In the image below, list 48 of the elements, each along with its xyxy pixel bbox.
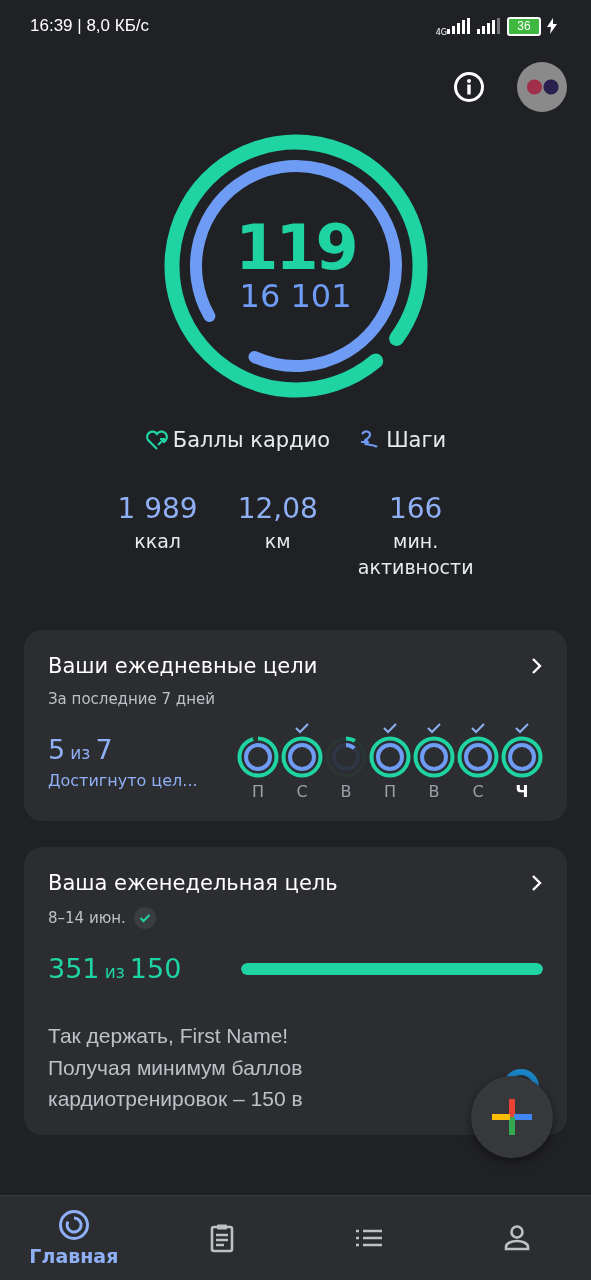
stat-value: 166 bbox=[388, 492, 443, 525]
plus-icon bbox=[492, 1097, 532, 1137]
charging-icon bbox=[547, 18, 557, 34]
day-label: С bbox=[296, 782, 308, 802]
day-rings bbox=[369, 736, 411, 779]
day-rings bbox=[413, 736, 455, 779]
day-rings bbox=[325, 736, 367, 779]
card-title: Ваши ежедневные цели bbox=[48, 654, 318, 679]
goals-count: 5 из 7 bbox=[48, 733, 114, 765]
week-dates: 8–14 июн. bbox=[48, 909, 126, 928]
info-icon[interactable] bbox=[453, 71, 485, 103]
ring-icon bbox=[57, 1209, 90, 1241]
network-type: 4G bbox=[435, 27, 447, 37]
day-label: В bbox=[340, 782, 352, 802]
day-label: П bbox=[384, 782, 396, 802]
cardio-points-value: 119 bbox=[235, 217, 356, 280]
avatar[interactable] bbox=[517, 62, 567, 112]
legend-label: Шаги bbox=[386, 428, 447, 452]
stat-unit: км bbox=[264, 529, 291, 554]
home-tab[interactable]: Главная bbox=[18, 1196, 129, 1280]
steps-value: 16 101 bbox=[239, 279, 352, 315]
weekly-goal-card[interactable]: Ваша еженедельная цель 8–14 июн. 351 из 150 Так держать, First Name! Получая минимум баллов кардиотренировок – 150 в bbox=[24, 847, 567, 1135]
day-label: Ч bbox=[515, 782, 529, 802]
signal-icon bbox=[447, 18, 471, 34]
day-rings bbox=[237, 736, 279, 779]
stat-value: 12,08 bbox=[237, 492, 318, 525]
card-title: Ваша еженедельная цель bbox=[48, 871, 338, 896]
status-time: 16:39 | 8,0 КБ/с bbox=[30, 16, 150, 36]
day-label: В bbox=[428, 782, 440, 802]
battery-icon: 36 bbox=[507, 16, 541, 36]
day-rings bbox=[457, 736, 499, 779]
chevron-icon[interactable] bbox=[531, 657, 543, 676]
message-text: Так держать, First Name! Получая минимум баллов кардиотренировок – 150 в bbox=[48, 1023, 303, 1113]
card-subtitle: За последние 7 дней bbox=[48, 690, 215, 709]
weekly-count: 351 из 150 bbox=[48, 953, 182, 985]
day-label: П bbox=[252, 782, 264, 802]
day-label: С bbox=[472, 782, 484, 802]
day-rings bbox=[281, 736, 323, 779]
signal-icon bbox=[477, 18, 501, 34]
stat-unit: мин. активности bbox=[357, 529, 474, 580]
stat-value: 1 989 bbox=[117, 492, 198, 525]
day-rings bbox=[501, 736, 543, 779]
legend-label: Баллы кардио bbox=[172, 428, 331, 452]
daily-goals-card[interactable]: Ваши ежедневные цели За последние 7 дней 5 из 7 Достигнуто цел... П С В П В С Ч bbox=[24, 630, 567, 822]
stat-unit: ккал bbox=[134, 529, 181, 554]
goals-caption: Достигнуто цел... bbox=[48, 770, 198, 790]
heart-icon bbox=[144, 429, 169, 451]
chevron-icon[interactable] bbox=[531, 874, 543, 893]
